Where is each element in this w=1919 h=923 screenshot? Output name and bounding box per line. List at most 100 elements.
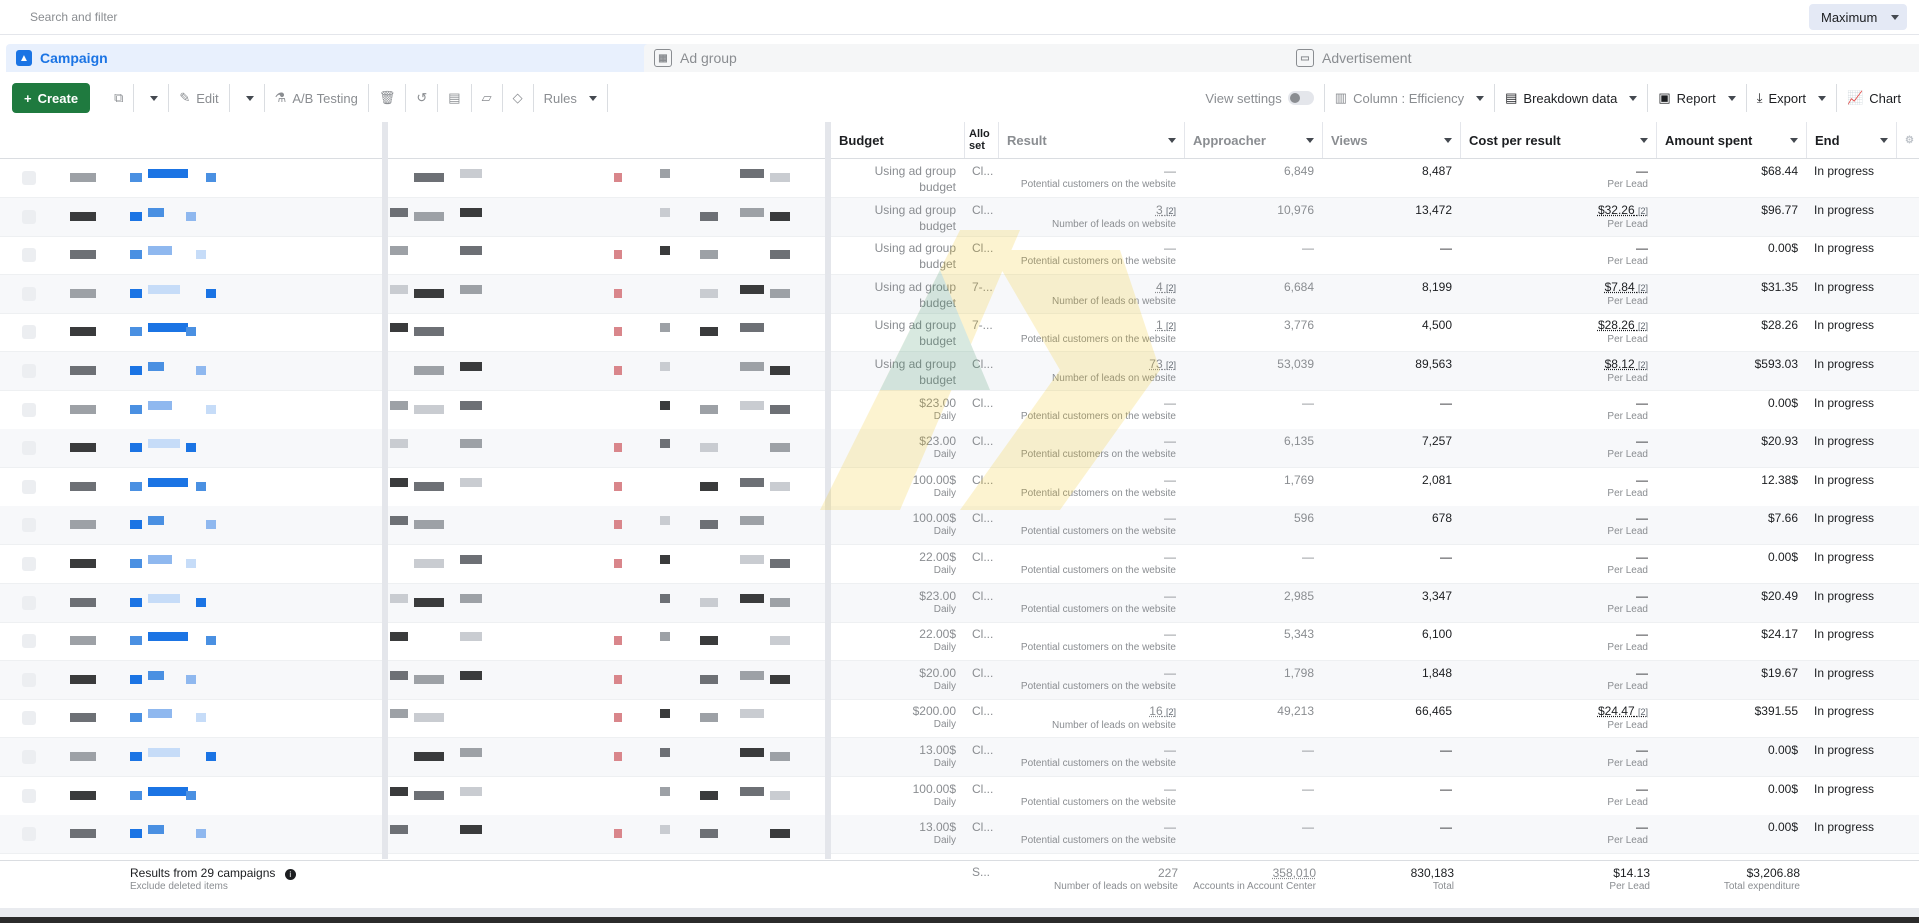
obscured-cell — [460, 285, 482, 294]
obscured-cell — [770, 289, 790, 298]
column-divider[interactable] — [825, 122, 831, 859]
rules-button[interactable]: Rules — [534, 84, 608, 112]
chart-button[interactable]: 📈 Chart — [1836, 84, 1919, 112]
row-checkbox[interactable] — [22, 750, 36, 764]
table-row[interactable]: Using ad group budget 7-... 1 [2] Potential… — [0, 313, 1919, 352]
view-settings[interactable]: View settings — [1195, 84, 1323, 112]
table-row[interactable]: 13.00$ Daily Cl... — Potential customers on … — [0, 738, 1919, 777]
table-row[interactable]: $23.00 Daily Cl... — Potential customers on … — [0, 584, 1919, 623]
edit-button[interactable]: ✎ Edit — [169, 84, 229, 112]
preview-button[interactable]: ▱ — [472, 84, 503, 112]
report-button[interactable]: ▣ Report — [1647, 84, 1745, 112]
row-checkbox[interactable] — [22, 325, 36, 339]
cell-views: 8,487 — [1322, 159, 1460, 197]
views-value: — — [1330, 549, 1452, 565]
table-row[interactable]: Using ad group budget Cl... — Potential cus… — [0, 236, 1919, 275]
row-checkbox[interactable] — [22, 711, 36, 725]
create-button[interactable]: + Create — [12, 83, 90, 113]
cell-result: — Potential customers on the website — [998, 777, 1184, 815]
col-approacher[interactable]: Approacher — [1184, 122, 1322, 158]
col-result[interactable]: Result — [998, 122, 1184, 158]
report-icon: ▣ — [1658, 90, 1670, 106]
col-allocation[interactable]: Allo set — [964, 122, 998, 158]
row-checkbox[interactable] — [22, 248, 36, 262]
row-checkbox[interactable] — [22, 789, 36, 803]
col-amount-spent[interactable]: Amount spent — [1656, 122, 1806, 158]
table-row[interactable]: 100.00$ Daily Cl... — Potential customers on… — [0, 777, 1919, 816]
cell-cost-per-result: — Per Lead — [1460, 545, 1656, 583]
obscured-cell — [700, 289, 718, 298]
row-checkbox[interactable] — [22, 673, 36, 687]
obscured-campaign-name — [206, 405, 216, 414]
duplicate-button[interactable]: ⧉ — [104, 84, 134, 112]
export-label: Export — [1768, 91, 1806, 106]
tab-ad-group[interactable]: ▦ Ad group — [644, 44, 1300, 72]
row-checkbox[interactable] — [22, 480, 36, 494]
chevron-down-icon — [1640, 138, 1648, 143]
row-checkbox[interactable] — [22, 518, 36, 532]
column-divider[interactable] — [382, 122, 388, 859]
table-row[interactable]: $23.00 Daily Cl... — Potential customers on … — [0, 391, 1919, 430]
row-checkbox[interactable] — [22, 441, 36, 455]
obscured-cell — [614, 482, 622, 491]
result-sub: Potential customers on the website — [1006, 565, 1176, 577]
tab-advertisement[interactable]: ▭ Advertisement — [1286, 44, 1919, 72]
date-range-select[interactable]: Maximum — [1809, 4, 1907, 30]
table-row[interactable]: $23.00 Daily Cl... — Potential customers on … — [0, 429, 1919, 468]
undo-button[interactable]: ↺ — [406, 84, 438, 112]
end-value: In progress — [1814, 163, 1888, 179]
col-cost-per-result[interactable]: Cost per result — [1460, 122, 1656, 158]
row-checkbox[interactable] — [22, 557, 36, 571]
breakdown-button[interactable]: ▤ Breakdown data — [1494, 84, 1647, 112]
duplicate-dropdown[interactable] — [134, 84, 169, 112]
row-checkbox[interactable] — [22, 596, 36, 610]
col-budget[interactable]: Budget — [830, 122, 964, 158]
delete-button[interactable]: 🗑 — [369, 84, 407, 112]
row-checkbox[interactable] — [22, 287, 36, 301]
row-checkbox[interactable] — [22, 827, 36, 841]
table-row[interactable]: 100.00$ Daily Cl... — Potential customers on… — [0, 506, 1919, 545]
row-checkbox[interactable] — [22, 364, 36, 378]
result-value: — — [1006, 781, 1176, 797]
column-settings-icon[interactable]: ⚙ — [1896, 122, 1919, 158]
archive-button[interactable]: ▤ — [438, 84, 471, 112]
view-settings-toggle[interactable] — [1288, 91, 1314, 105]
cell-result: — Potential customers on the website — [998, 738, 1184, 776]
table-row[interactable]: 22.00$ Daily Cl... — Potential customers on … — [0, 545, 1919, 584]
search-input[interactable]: Search and filter — [6, 4, 1816, 30]
obscured-campaign-name — [148, 594, 180, 603]
obscured-campaign-name — [130, 289, 142, 298]
table-row[interactable]: 22.00$ Daily Cl... — Potential customers on … — [0, 622, 1919, 661]
chevron-down-icon — [1629, 96, 1637, 101]
edit-dropdown[interactable] — [230, 84, 265, 112]
end-value: In progress — [1814, 781, 1888, 797]
table-row[interactable]: Using ad group budget Cl... 73 [2] Number o… — [0, 352, 1919, 391]
row-checkbox[interactable] — [22, 210, 36, 224]
cell-result: — Potential customers on the website — [998, 506, 1184, 544]
col-views[interactable]: Views — [1322, 122, 1460, 158]
result-sub: Number of leads on website — [1006, 296, 1176, 308]
col-end[interactable]: End — [1806, 122, 1896, 158]
table-row[interactable]: 13.00$ Daily Cl... — Potential customers on … — [0, 815, 1919, 854]
table-row[interactable]: $200.00 Daily Cl... 16 [2] Number of leads o… — [0, 699, 1919, 738]
cpr-sub: Per Lead — [1468, 373, 1648, 385]
row-checkbox[interactable] — [22, 634, 36, 648]
result-sub: Potential customers on the website — [1006, 256, 1176, 268]
obscured-campaign-name — [70, 212, 96, 221]
obscured-cell — [390, 632, 408, 641]
ab-testing-button[interactable]: ⚗ A/B Testing — [265, 84, 369, 112]
table-row[interactable]: $20.00 Daily Cl... — Potential customers on … — [0, 661, 1919, 700]
table-row[interactable]: 100.00$ Daily Cl... — Potential customers on… — [0, 468, 1919, 507]
info-icon[interactable]: i — [285, 869, 296, 880]
cpr-value: $28.26 [2] — [1468, 317, 1648, 334]
table-row[interactable]: Using ad group budget Cl... — Potential cus… — [0, 159, 1919, 198]
table-row[interactable]: Using ad group budget Cl... 3 [2] Number of… — [0, 198, 1919, 237]
export-button[interactable]: ⤓ Export — [1746, 84, 1836, 112]
row-checkbox[interactable] — [22, 171, 36, 185]
row-checkbox[interactable] — [22, 403, 36, 417]
tab-campaign[interactable]: ▲ Campaign — [6, 44, 656, 72]
budget-value: 22.00$ — [838, 626, 956, 642]
tag-button[interactable]: ◇ — [503, 84, 534, 112]
table-row[interactable]: Using ad group budget 7-... 4 [2] Number of… — [0, 275, 1919, 314]
columns-button[interactable]: ▥ Column : Efficiency — [1324, 84, 1494, 112]
